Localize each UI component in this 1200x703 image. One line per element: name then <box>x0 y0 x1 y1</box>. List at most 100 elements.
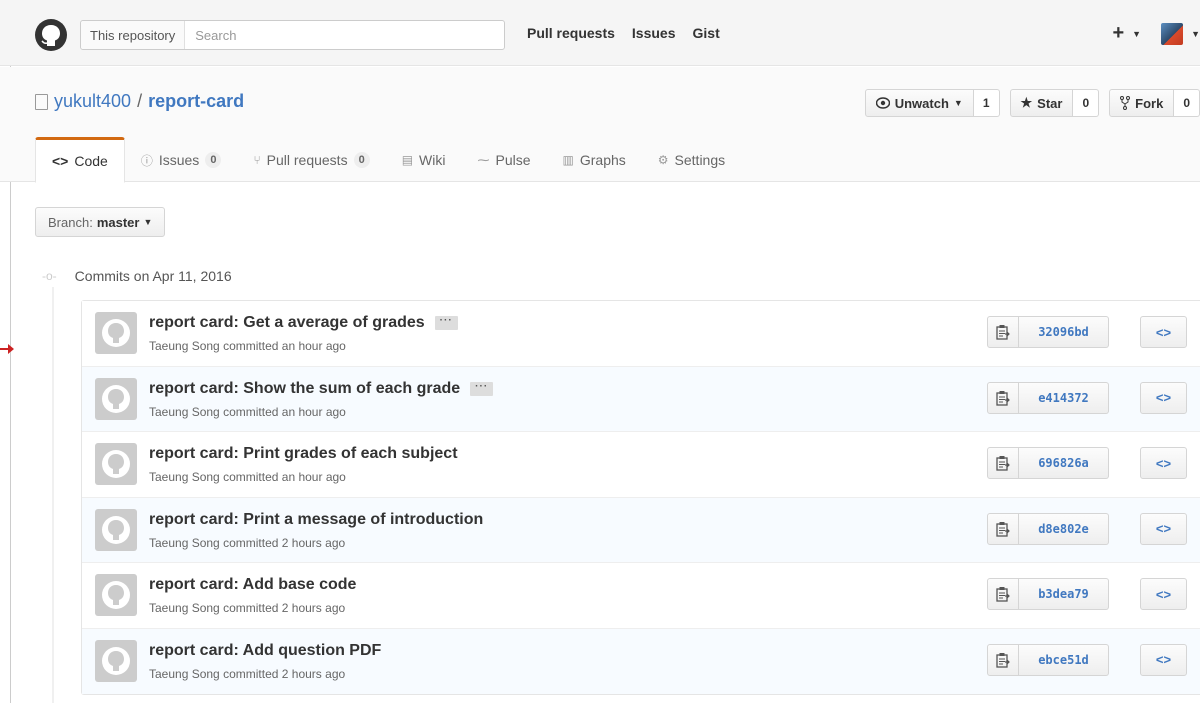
commit-title: report card: Show the sum of each grade … <box>149 380 494 398</box>
commit-author-link[interactable]: Taeung Song <box>149 601 220 615</box>
tab-settings[interactable]: ⚙ Settings <box>642 138 741 182</box>
commit-sha-link[interactable]: d8e802e <box>1019 512 1109 545</box>
commit-meta: Taeung Song committed an hour ago <box>149 339 346 353</box>
octocat-icon <box>102 384 130 413</box>
author-avatar[interactable] <box>95 508 137 551</box>
star-label: Star <box>1037 95 1063 111</box>
commit-message-link[interactable]: report card: Get a average of grades <box>149 314 425 332</box>
commit-title: report card: Print grades of each subjec… <box>149 445 458 463</box>
commit-row: report card: Print grades of each subjec… <box>82 432 1200 498</box>
fork-button[interactable]: Fork <box>1109 89 1175 117</box>
repo-owner-link[interactable]: yukult400 <box>54 91 131 112</box>
search-scope-label: This repository <box>81 21 186 49</box>
author-avatar[interactable] <box>95 312 137 354</box>
watch-count[interactable]: 1 <box>973 89 1000 117</box>
branch-select-button[interactable]: Branch: master ▼ <box>35 207 166 237</box>
fork-group: Fork 0 <box>1109 89 1200 117</box>
commit-message-link[interactable]: report card: Print grades of each subjec… <box>149 445 458 463</box>
commit-message-link[interactable]: report card: Add question PDF <box>149 642 381 660</box>
sha-group: d8e802e <box>987 512 1109 545</box>
tab-settings-label: Settings <box>674 152 726 168</box>
clipboard-icon <box>996 325 1010 340</box>
commit-author-link[interactable]: Taeung Song <box>149 667 220 681</box>
tab-graphs[interactable]: ▥ Graphs <box>547 138 642 182</box>
nav-gist-link[interactable]: Gist <box>693 25 720 41</box>
commit-sha-link[interactable]: e414372 <box>1019 381 1109 414</box>
tab-pulse[interactable]: ⁓ Pulse <box>461 138 546 182</box>
commit-sha-link[interactable]: b3dea79 <box>1019 578 1109 610</box>
browse-repo-button[interactable]: <> <box>1140 316 1187 348</box>
commit-meta: Taeung Song committed an hour ago <box>149 405 346 419</box>
sha-group: 32096bd <box>987 316 1109 348</box>
commit-message-link[interactable]: report card: Show the sum of each grade <box>149 380 460 398</box>
repo-title: yukult400 / report-card <box>35 91 244 112</box>
browse-repo-button[interactable]: <> <box>1140 447 1187 479</box>
commit-message-link[interactable]: report card: Print a message of introduc… <box>149 511 483 529</box>
browse-repo-button[interactable]: <> <box>1140 643 1187 676</box>
chevron-down-icon[interactable]: ▼ <box>1191 29 1200 39</box>
tab-pull-requests[interactable]: ⑂ Pull requests 0 <box>237 138 385 182</box>
repo-icon <box>35 93 48 110</box>
commit-author-link[interactable]: Taeung Song <box>149 470 220 484</box>
repo-name-link[interactable]: report-card <box>148 91 244 112</box>
issues-count-badge: 0 <box>205 152 222 168</box>
chevron-down-icon[interactable]: ▼ <box>1132 29 1141 39</box>
nav-pull-requests-link[interactable]: Pull requests <box>527 25 615 41</box>
commit-meta: Taeung Song committed 2 hours ago <box>149 601 345 615</box>
octocat-icon <box>102 319 130 347</box>
copy-sha-button[interactable] <box>987 643 1019 676</box>
copy-sha-button[interactable] <box>987 578 1019 610</box>
commit-sha-link[interactable]: 696826a <box>1019 447 1109 479</box>
nav-issues-link[interactable]: Issues <box>632 25 676 41</box>
copy-sha-button[interactable] <box>987 512 1019 545</box>
tab-code-label: Code <box>74 153 108 169</box>
commit-time: an hour ago <box>281 404 346 419</box>
tab-issues[interactable]: ⓘ Issues 0 <box>125 138 238 182</box>
expand-message-button[interactable]: ··· <box>434 316 458 330</box>
tab-issues-label: Issues <box>158 152 200 168</box>
unwatch-button[interactable]: Unwatch ▼ <box>864 89 974 117</box>
fork-icon <box>1120 96 1131 110</box>
author-avatar[interactable] <box>95 574 137 616</box>
commit-title: report card: Get a average of grades ··· <box>149 314 458 332</box>
expand-message-button[interactable]: ··· <box>470 381 494 396</box>
search-input[interactable] <box>185 21 504 49</box>
commit-verb: committed <box>223 470 279 484</box>
author-avatar[interactable] <box>95 639 137 682</box>
copy-sha-button[interactable] <box>987 316 1019 348</box>
pulse-icon: ⁓ <box>477 153 490 167</box>
unwatch-label: Unwatch <box>894 95 949 111</box>
commit-time: 2 hours ago <box>281 601 346 615</box>
clipboard-icon <box>996 652 1010 668</box>
commit-message-link[interactable]: report card: Add base code <box>149 576 356 594</box>
clipboard-icon <box>996 456 1010 471</box>
browse-repo-button[interactable]: <> <box>1140 578 1187 610</box>
star-button[interactable]: ★ Star <box>1009 89 1074 117</box>
repo-actions: Unwatch ▼ 1 ★ Star 0 Fork 0 <box>864 89 1200 117</box>
github-logo-icon[interactable] <box>35 19 67 51</box>
author-avatar[interactable] <box>95 377 137 420</box>
tab-wiki[interactable]: ▤ Wiki <box>386 138 462 182</box>
copy-sha-button[interactable] <box>987 381 1019 414</box>
tab-code[interactable]: <> Code <box>35 137 125 183</box>
code-icon: <> <box>1155 586 1172 602</box>
plus-icon[interactable]: + <box>1112 22 1124 45</box>
browse-repo-button[interactable]: <> <box>1140 381 1187 414</box>
commit-author-link[interactable]: Taeung Song <box>149 405 220 419</box>
author-avatar[interactable] <box>95 443 137 485</box>
star-count[interactable]: 0 <box>1073 89 1100 117</box>
commit-author-link[interactable]: Taeung Song <box>149 339 220 353</box>
code-icon: <> <box>1155 390 1172 405</box>
user-avatar[interactable] <box>1161 22 1184 45</box>
repo-header: yukult400 / report-card Unwatch ▼ 1 ★ St… <box>0 67 1200 183</box>
commit-title: report card: Print a message of introduc… <box>149 511 483 529</box>
commit-sha-link[interactable]: 32096bd <box>1019 316 1109 348</box>
repo-tabs: <> Code ⓘ Issues 0 ⑂ Pull requests 0 ▤ W… <box>35 137 741 183</box>
commit-sha-link[interactable]: ebce51d <box>1019 643 1109 676</box>
tab-wiki-label: Wiki <box>419 152 446 168</box>
commit-row: report card: Add base code Taeung Song c… <box>82 563 1200 629</box>
copy-sha-button[interactable] <box>987 447 1019 479</box>
browse-repo-button[interactable]: <> <box>1140 512 1187 545</box>
fork-count[interactable]: 0 <box>1174 89 1200 117</box>
commit-author-link[interactable]: Taeung Song <box>149 536 220 550</box>
